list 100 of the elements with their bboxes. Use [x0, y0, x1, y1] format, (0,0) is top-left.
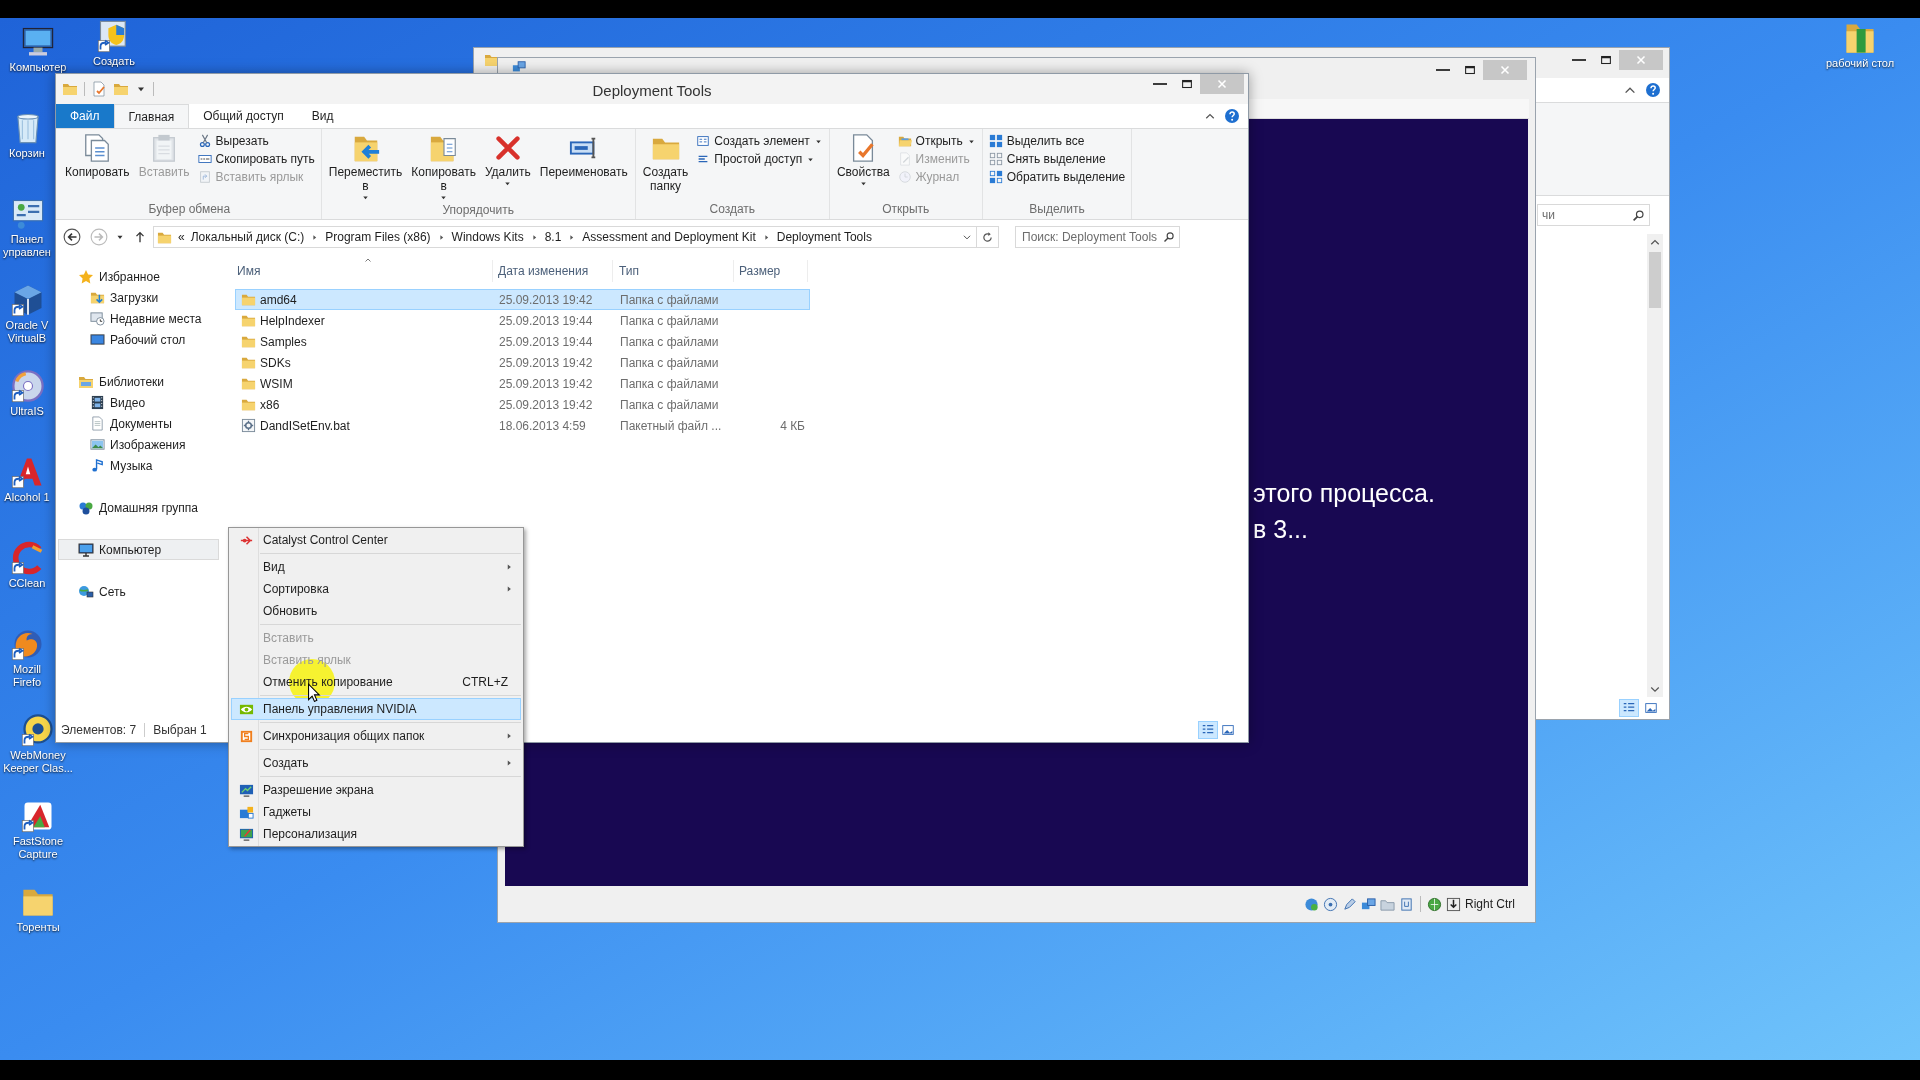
- close-icon: [1634, 53, 1648, 67]
- nav-item[interactable]: Домашняя группа: [58, 497, 219, 518]
- ring-logo-icon[interactable]: [20, 712, 56, 748]
- desktop-icon-label[interactable]: Корзин: [0, 147, 54, 160]
- menu-item[interactable]: Персонализация: [231, 823, 521, 845]
- ribbon-button[interactable]: Создать элемент: [693, 132, 826, 150]
- breadcrumb-item[interactable]: Deployment Tools: [776, 228, 872, 246]
- menu-item[interactable]: Вид: [231, 556, 521, 578]
- desktop-icon-label[interactable]: WebMoney Keeper Clas...: [0, 749, 76, 775]
- caret-down-icon: [858, 179, 868, 188]
- desktop-icon-label[interactable]: Панел управлен: [0, 233, 54, 259]
- desktop-icon-label[interactable]: Oracle V VirtualB: [0, 319, 54, 345]
- menu-item[interactable]: Сортировка: [231, 578, 521, 600]
- nav-item[interactable]: Избранное: [58, 266, 219, 287]
- gadgets-icon: [239, 804, 254, 820]
- file-row[interactable]: amd64 25.09.2013 19:42 Папка с файлами: [235, 289, 810, 310]
- type-cell-text: Папка с файлами: [619, 354, 720, 372]
- menu-item[interactable]: Панель управления NVIDIA: [231, 698, 521, 720]
- size-cell-text: 4 КБ: [779, 417, 806, 435]
- menu-item[interactable]: Создать: [231, 752, 521, 774]
- menu-item[interactable]: Синхронизация общих папок: [231, 725, 521, 747]
- desktop-icon-label[interactable]: Компьютер: [0, 61, 76, 74]
- ribbon-button[interactable]: Переместить в: [324, 132, 407, 202]
- ribbon-button[interactable]: Переименовать: [535, 132, 632, 179]
- file-row[interactable]: x86 25.09.2013 19:42 Папка с файлами: [235, 394, 810, 415]
- desktop-icon-label[interactable]: Создать: [76, 55, 152, 68]
- ribbon-tab[interactable]: Вид: [297, 104, 348, 128]
- ribbon-button[interactable]: Удалить: [480, 132, 535, 188]
- group-label: Выделить: [1028, 201, 1086, 218]
- scrollbar-thumb[interactable]: [1649, 252, 1661, 308]
- nav-item[interactable]: Документы: [58, 413, 219, 434]
- chevron-down-icon: [962, 232, 972, 242]
- ribbon-tab[interactable]: Главная: [113, 104, 190, 128]
- menu-item[interactable]: Разрешение экрана: [231, 779, 521, 801]
- nav-item[interactable]: Компьютер: [58, 539, 219, 560]
- menu-item[interactable]: Catalyst Control Center: [231, 529, 521, 551]
- select-none-icon: [988, 152, 1003, 166]
- desktop-icon-label[interactable]: Alcohol 1: [0, 491, 54, 504]
- refresh-button[interactable]: [977, 226, 999, 248]
- ribbon-button[interactable]: Скопировать путь: [194, 150, 318, 168]
- breadcrumb-item[interactable]: Assessment and Deployment Kit: [582, 228, 756, 246]
- ribbon-button[interactable]: Снять выделение: [985, 150, 1129, 168]
- column-header[interactable]: Дата изменения: [493, 260, 613, 282]
- ribbon-button[interactable]: Свойства: [832, 132, 894, 188]
- column-header[interactable]: Размер: [734, 260, 808, 282]
- folder-icon: [241, 334, 256, 349]
- file-name[interactable]: Samples: [260, 332, 307, 351]
- file-tab[interactable]: Файл: [56, 104, 114, 128]
- file-name[interactable]: DandISetEnv.bat: [260, 416, 350, 435]
- breadcrumb-item[interactable]: Program Files (x86): [325, 228, 431, 246]
- nav-item[interactable]: Рабочий стол: [58, 329, 219, 350]
- folder-icon: [241, 397, 256, 412]
- file-row[interactable]: WSIM 25.09.2013 19:42 Папка с файлами: [235, 373, 810, 394]
- search-field[interactable]: Поиск: Deployment Tools: [1015, 226, 1180, 248]
- ribbon-button[interactable]: Копировать в: [407, 132, 480, 202]
- address-bar[interactable]: « Локальный диск (C:) Program Files (x86) Windows Kits 8.1 Assessment and Deployment Kit Deployment Tools: [153, 226, 977, 248]
- file-name[interactable]: WSIM: [260, 374, 293, 393]
- file-row[interactable]: HelpIndexer 25.09.2013 19:44 Папка с файлами: [235, 310, 810, 331]
- file-row[interactable]: DandISetEnv.bat 18.06.2013 4:59 Пакетный файл ... 4 КБ: [235, 415, 810, 436]
- window-title: Deployment Tools: [592, 81, 712, 101]
- ribbon-button[interactable]: Копировать: [61, 132, 134, 179]
- desktop-icon-label[interactable]: Mozill Firefo: [0, 663, 54, 689]
- file-row[interactable]: SDKs 25.09.2013 19:42 Папка с файлами: [235, 352, 810, 373]
- ribbon-tab[interactable]: Общий доступ: [189, 104, 298, 128]
- ribbon-button[interactable]: Выделить все: [985, 132, 1129, 150]
- search-field[interactable]: чи: [1537, 204, 1650, 226]
- ribbon-button[interactable]: Вырезать: [194, 132, 318, 150]
- ribbon-button[interactable]: Создать папку: [638, 132, 693, 193]
- menu-item[interactable]: Гаджеты: [231, 801, 521, 823]
- overflow-chevron[interactable]: «: [178, 228, 185, 246]
- file-name[interactable]: amd64: [260, 290, 297, 309]
- file-name[interactable]: SDKs: [260, 353, 291, 372]
- nav-item[interactable]: Недавние места: [58, 308, 219, 329]
- column-header[interactable]: Тип: [613, 260, 734, 282]
- breadcrumb-item[interactable]: Windows Kits: [451, 228, 524, 246]
- ribbon-button[interactable]: Простой доступ: [693, 150, 826, 168]
- file-name[interactable]: HelpIndexer: [260, 311, 325, 330]
- view-button[interactable]: [1619, 699, 1639, 717]
- ribbon-button[interactable]: Открыть: [894, 132, 979, 150]
- file-row[interactable]: Samples 25.09.2013 19:44 Папка с файлами: [235, 331, 810, 352]
- back-button[interactable]: [62, 227, 82, 247]
- desktop-icon-label[interactable]: Торенты: [0, 921, 76, 934]
- desktop-icon-label[interactable]: FastStone Capture: [0, 835, 76, 861]
- view-button[interactable]: [1198, 721, 1218, 739]
- breadcrumb-item[interactable]: Локальный диск (C:): [190, 228, 305, 246]
- nav-item[interactable]: Загрузки: [58, 287, 219, 308]
- nav-item[interactable]: Библиотеки: [58, 371, 219, 392]
- desktop-icon-label[interactable]: UltraIS: [0, 405, 54, 418]
- scrollbar[interactable]: [1647, 234, 1663, 697]
- desktop-icon-label[interactable]: CClean: [0, 577, 54, 590]
- menu-item[interactable]: Обновить: [231, 600, 521, 622]
- ribbon-button[interactable]: Обратить выделение: [985, 168, 1129, 186]
- file-name[interactable]: x86: [260, 395, 280, 414]
- breadcrumb-item[interactable]: 8.1: [544, 228, 562, 246]
- nav-item[interactable]: Видео: [58, 392, 219, 413]
- disc-icon[interactable]: [10, 368, 46, 404]
- column-header[interactable]: Имя: [235, 260, 493, 282]
- nav-item[interactable]: Сеть: [58, 581, 219, 602]
- nav-item[interactable]: Музыка: [58, 455, 219, 476]
- nav-item[interactable]: Изображения: [58, 434, 219, 455]
